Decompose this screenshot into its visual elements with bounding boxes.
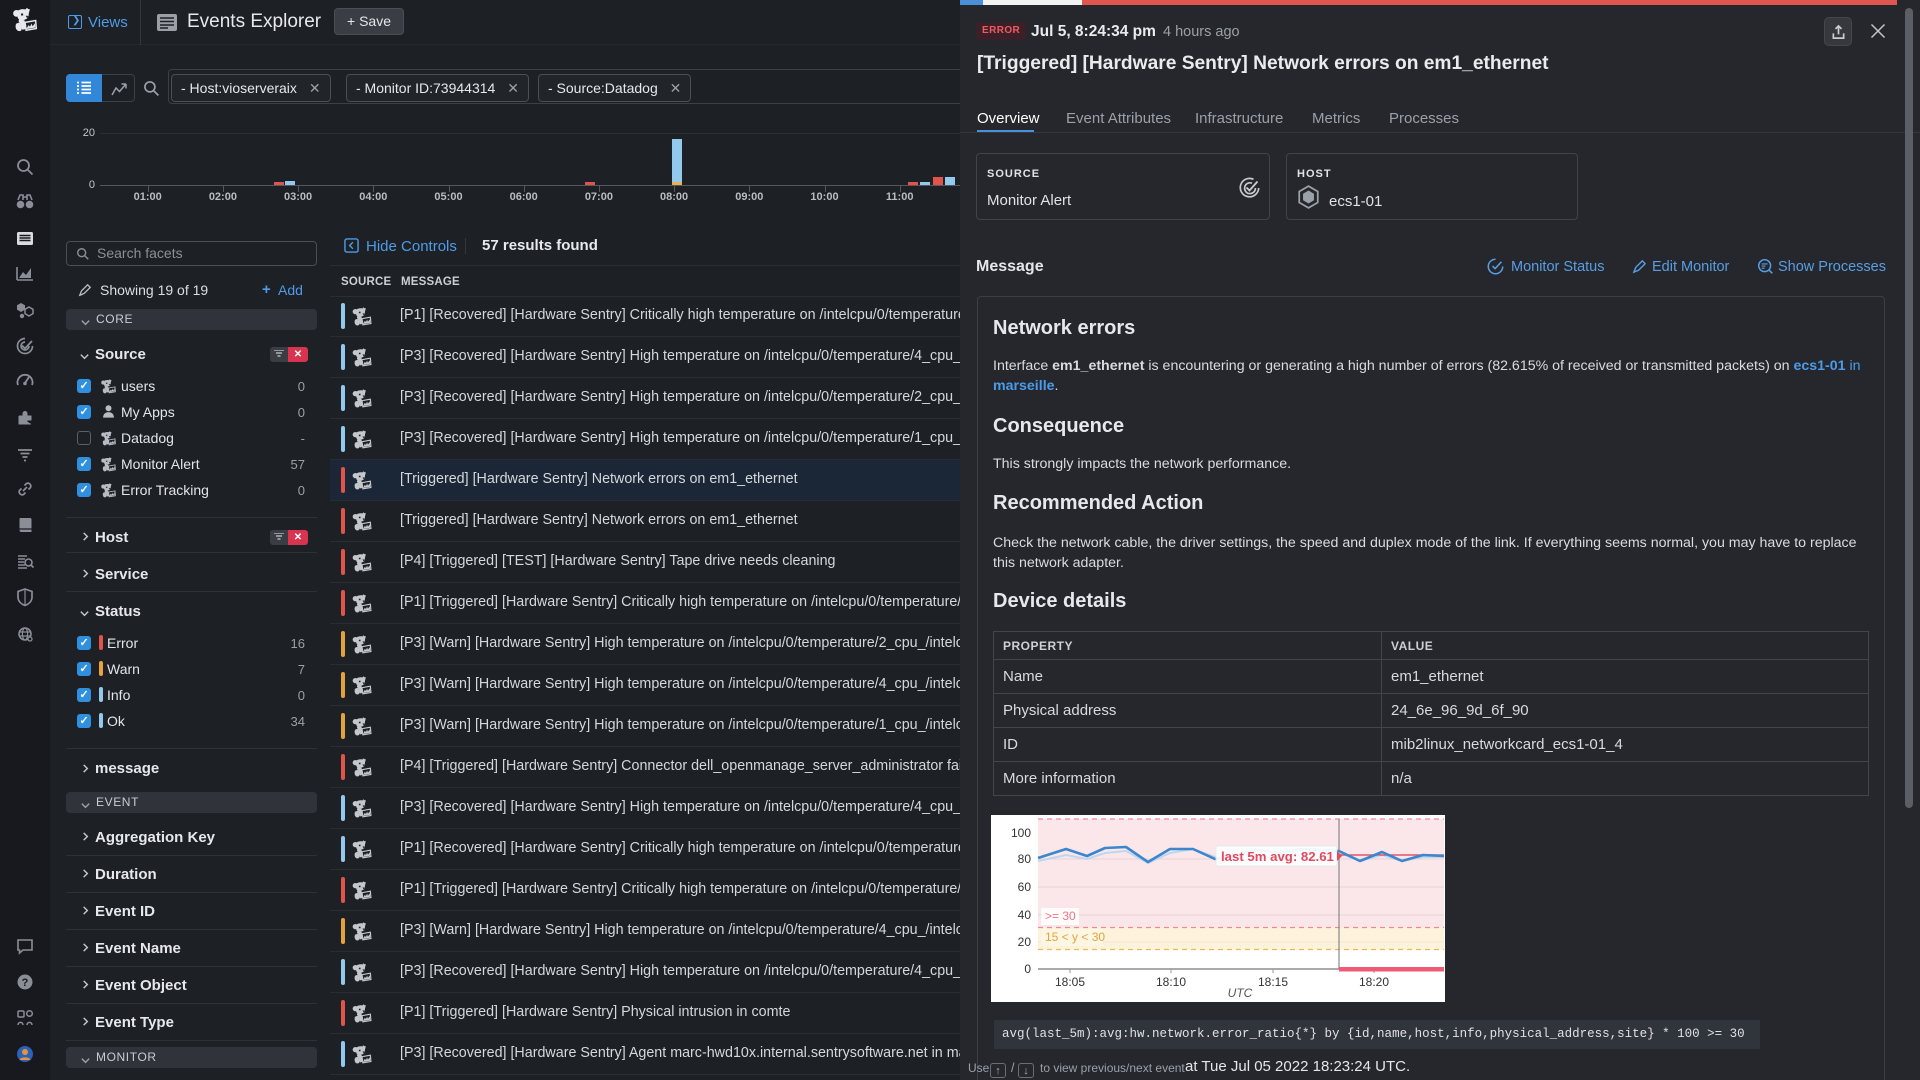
svg-text:40: 40 (1018, 908, 1032, 922)
svg-text:last 5m avg: 82.61: last 5m avg: 82.61 (1221, 849, 1334, 864)
svg-text:80: 80 (1018, 852, 1032, 866)
svg-text:15 < y < 30: 15 < y < 30 (1045, 930, 1105, 944)
svg-text:100: 100 (1011, 826, 1031, 840)
svg-text:18:15: 18:15 (1258, 975, 1288, 989)
svg-text:18:05: 18:05 (1055, 975, 1085, 989)
svg-text:60: 60 (1018, 880, 1032, 894)
svg-text:>= 30: >= 30 (1045, 909, 1076, 923)
svg-text:?: ? (22, 977, 29, 989)
svg-text:0: 0 (1024, 962, 1031, 976)
svg-text:18:20: 18:20 (1359, 975, 1389, 989)
svg-text:20: 20 (1018, 935, 1032, 949)
svg-text:UTC: UTC (1228, 986, 1253, 1000)
svg-text:18:10: 18:10 (1156, 975, 1186, 989)
